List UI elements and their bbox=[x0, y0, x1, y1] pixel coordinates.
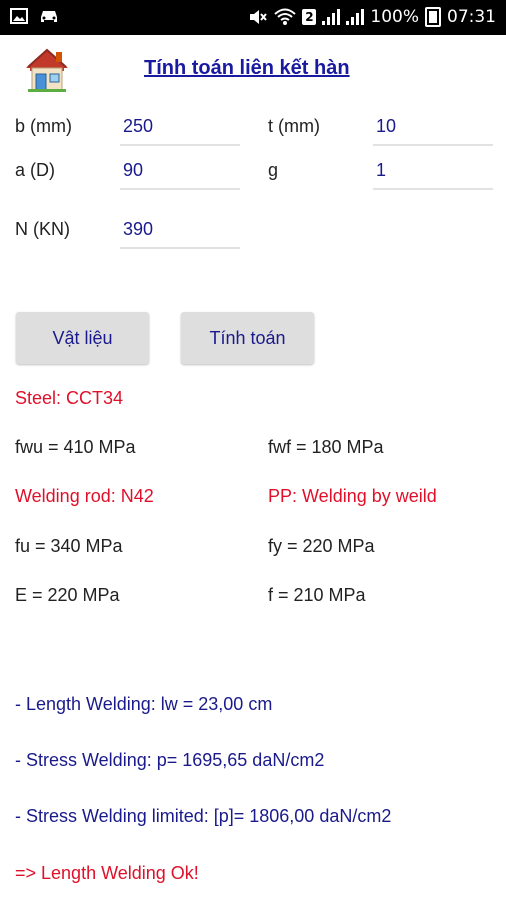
fwu-value: fwu = 410 MPa bbox=[15, 437, 136, 457]
fu-value: fu = 340 MPa bbox=[15, 536, 123, 556]
n-label: N (KN) bbox=[15, 219, 70, 239]
signal-icon-2 bbox=[346, 9, 365, 25]
t-field[interactable] bbox=[373, 110, 496, 146]
n-input[interactable] bbox=[120, 213, 243, 245]
stress-limit-result: - Stress Welding limited: [p]= 1806,00 d… bbox=[15, 806, 392, 826]
house-icon[interactable] bbox=[22, 44, 72, 94]
material-button[interactable]: Vật liệu bbox=[16, 312, 149, 364]
length-result: - Length Welding: lw = 23,00 cm bbox=[15, 694, 273, 714]
battery-icon bbox=[425, 7, 441, 27]
b-field[interactable] bbox=[120, 110, 243, 146]
fwf-value: fwf = 180 MPa bbox=[268, 437, 384, 457]
t-label: t (mm) bbox=[268, 116, 320, 136]
a-label: a (D) bbox=[15, 160, 55, 180]
signal-icon bbox=[322, 9, 341, 25]
g-field[interactable] bbox=[373, 154, 496, 190]
b-label: b (mm) bbox=[15, 116, 72, 136]
welding-method-label: PP: Welding by weild bbox=[268, 486, 437, 506]
g-label: g bbox=[268, 160, 279, 180]
calculate-button[interactable]: Tính toán bbox=[181, 312, 314, 364]
wifi-icon bbox=[274, 8, 297, 25]
f-value: f = 210 MPa bbox=[268, 585, 366, 605]
n-field[interactable] bbox=[120, 213, 243, 249]
verdict-text: => Length Welding Ok! bbox=[15, 863, 199, 883]
app-header: Tính toán liên kết hàn bbox=[0, 35, 506, 105]
g-input[interactable] bbox=[373, 154, 496, 186]
welding-rod-label: Welding rod: N42 bbox=[15, 486, 154, 506]
battery-percent: 100% bbox=[370, 7, 419, 27]
car-icon bbox=[41, 11, 57, 22]
page-title: Tính toán liên kết hàn bbox=[144, 57, 350, 79]
clock: 07:31 bbox=[447, 7, 496, 27]
e-value: E = 220 MPa bbox=[15, 585, 120, 605]
steel-label: Steel: CCT34 bbox=[15, 388, 124, 408]
mute-icon bbox=[250, 10, 268, 24]
sim-badge: 2 bbox=[302, 9, 317, 25]
gallery-icon bbox=[10, 8, 28, 24]
status-bar: 2 100% 07:31 bbox=[0, 0, 506, 35]
a-input[interactable] bbox=[120, 154, 243, 186]
stress-result: - Stress Welding: p= 1695,65 daN/cm2 bbox=[15, 750, 325, 770]
a-field[interactable] bbox=[120, 154, 243, 190]
fy-value: fy = 220 MPa bbox=[268, 536, 375, 556]
t-input[interactable] bbox=[373, 110, 496, 142]
b-input[interactable] bbox=[120, 110, 243, 142]
